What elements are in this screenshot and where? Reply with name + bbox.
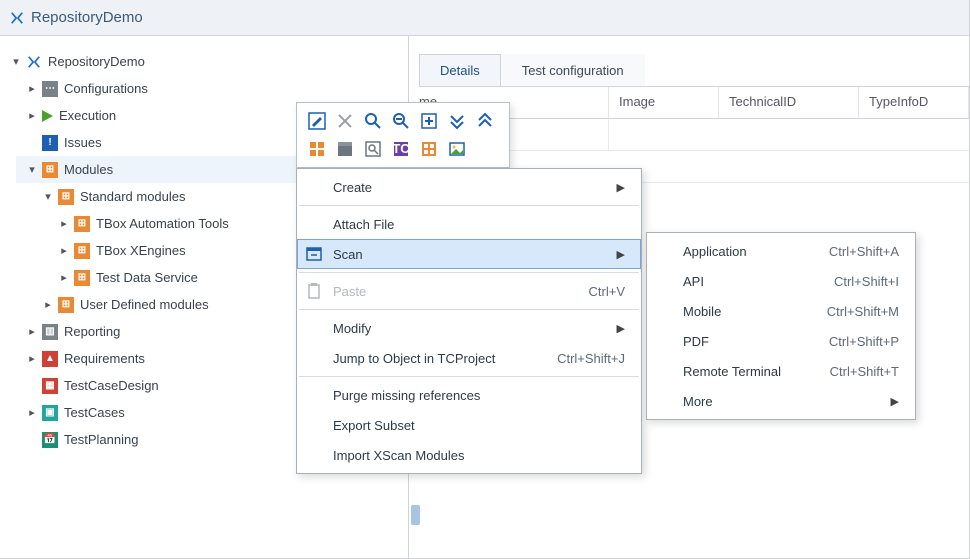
picture-icon[interactable] [445,137,469,161]
inspect-icon[interactable] [361,137,385,161]
col-image[interactable]: Image [609,87,719,118]
edit-icon[interactable] [305,109,329,133]
menu-separator [299,376,639,377]
menu-jump-to-object[interactable]: Jump to Object in TCProject Ctrl+Shift+J [297,343,641,373]
submenu-arrow-icon: ▶ [891,395,899,408]
module-icon: ⊞ [58,189,74,205]
module-icon: ⊞ [58,297,74,313]
scan-pdf[interactable]: PDF Ctrl+Shift+P [647,326,915,356]
tosca-logo-icon [26,54,42,70]
details-tabs: Details Test configuration [419,54,969,87]
scan-submenu: Application Ctrl+Shift+A API Ctrl+Shift+… [646,232,916,420]
module-icon: ⊞ [74,243,90,259]
paste-icon [305,282,323,300]
issues-icon: ! [42,135,58,151]
play-icon [42,110,53,122]
menu-import-xscan[interactable]: Import XScan Modules [297,440,641,470]
cut-icon[interactable] [333,109,357,133]
titlebar: RepositoryDemo [0,0,969,36]
tree-root[interactable]: ▾ RepositoryDemo [0,48,408,75]
collapse-up-icon[interactable] [473,109,497,133]
col-typeinfo[interactable]: TypeInfoD [859,87,969,118]
zoom-out-icon[interactable] [389,109,413,133]
search-icon[interactable] [361,109,385,133]
module-box-icon[interactable] [305,137,329,161]
module-orange-icon[interactable] [417,137,441,161]
module-icon: ⊞ [74,216,90,232]
planning-icon: 📅 [42,432,58,448]
scan-api[interactable]: API Ctrl+Shift+I [647,266,915,296]
reporting-icon: ▥ [42,324,58,340]
menu-separator [299,272,639,273]
menu-paste: Paste Ctrl+V [297,276,641,306]
layout-icon[interactable] [333,137,357,161]
expand-icon[interactable] [417,109,441,133]
menu-create[interactable]: Create ▶ [297,172,641,202]
submenu-arrow-icon: ▶ [617,322,625,335]
collapse-down-icon[interactable] [445,109,469,133]
submenu-arrow-icon: ▶ [617,181,625,194]
tc-icon[interactable]: TC [389,137,413,161]
scan-icon [305,245,323,263]
tosca-logo-icon [10,11,24,25]
design-icon: ▦ [42,378,58,394]
menu-scan[interactable]: Scan ▶ [297,239,641,269]
col-technicalid[interactable]: TechnicalID [719,87,859,118]
testcases-icon: ▣ [42,405,58,421]
scan-more[interactable]: More ▶ [647,386,915,416]
requirements-icon: ▲ [42,351,58,367]
tree-item-configurations[interactable]: ▸⋯ Configurations [16,75,408,102]
svg-text:TC: TC [392,141,410,156]
tab-details[interactable]: Details [419,54,501,86]
menu-separator [299,309,639,310]
config-icon: ⋯ [42,81,58,97]
submenu-arrow-icon: ▶ [617,248,625,261]
quick-toolbar: TC [296,102,510,168]
menu-export-subset[interactable]: Export Subset [297,410,641,440]
window-title: RepositoryDemo [31,9,143,26]
scan-remote-terminal[interactable]: Remote Terminal Ctrl+Shift+T [647,356,915,386]
menu-purge[interactable]: Purge missing references [297,380,641,410]
menu-separator [299,205,639,206]
scan-mobile[interactable]: Mobile Ctrl+Shift+M [647,296,915,326]
context-menu: Create ▶ Attach File Scan ▶ Paste Ctrl+V… [296,168,642,474]
menu-attach-file[interactable]: Attach File [297,209,641,239]
tree-root-label: RepositoryDemo [48,54,145,69]
module-icon: ⊞ [42,162,58,178]
scan-application[interactable]: Application Ctrl+Shift+A [647,236,915,266]
tab-test-configuration[interactable]: Test configuration [501,54,645,86]
module-icon: ⊞ [74,270,90,286]
menu-modify[interactable]: Modify ▶ [297,313,641,343]
splitter-handle[interactable] [411,505,420,525]
